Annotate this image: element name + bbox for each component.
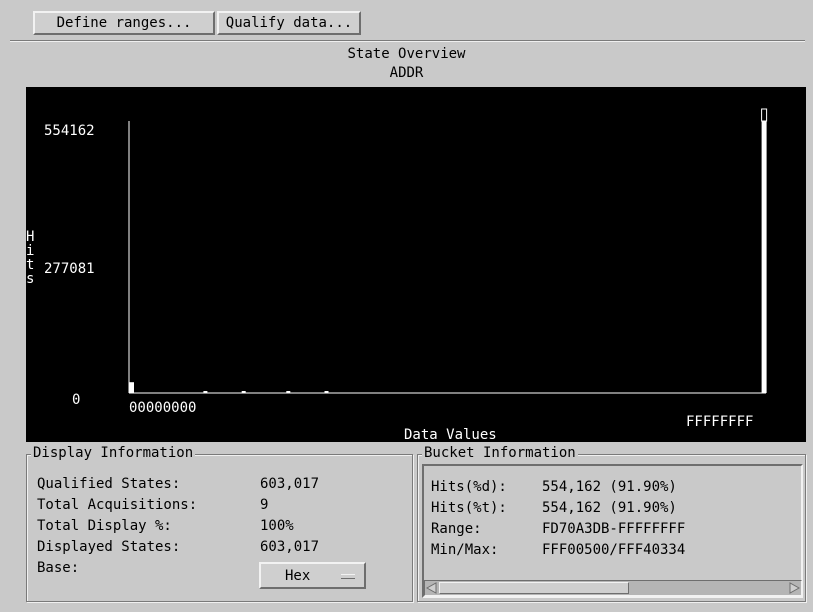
total-display-percent-label: Total Display %: — [37, 518, 172, 534]
label-name: ADDR — [389, 65, 424, 81]
range-value: FD70A3DB-FFFFFFFF — [542, 521, 686, 537]
range-label: Range: — [431, 521, 482, 537]
hits-t-value: 554,162 (91.90%) — [542, 500, 677, 516]
base-select-value: Hex — [285, 568, 311, 584]
scroll-left-icon[interactable] — [426, 582, 438, 594]
y-axis-label: Hits — [26, 229, 34, 287]
option-menu-indicator-icon — [341, 574, 355, 579]
scroll-right-icon[interactable] — [788, 582, 800, 594]
histogram-bar[interactable] — [761, 121, 767, 393]
histogram-svg: 554162 277081 0 Hits 00000000 FFFFFFFF D… — [26, 108, 768, 442]
min-max-label: Min/Max: — [431, 542, 499, 558]
hits-d-label: Hits(%d): — [431, 479, 507, 495]
bucket-information-title: Bucket Information — [422, 445, 578, 461]
total-acquisitions-label: Total Acquisitions: — [37, 497, 198, 513]
histogram-plot: 554162 277081 0 Hits 00000000 FFFFFFFF D… — [26, 87, 806, 442]
define-ranges-button[interactable]: Define ranges... — [33, 11, 215, 35]
histogram-bar[interactable] — [241, 391, 246, 393]
y-tick-max: 554162 — [44, 123, 95, 139]
histogram-bar[interactable] — [129, 382, 134, 393]
displayed-states-label: Displayed States: — [37, 539, 181, 555]
hits-t-label: Hits(%t): — [431, 500, 507, 516]
bars-group — [129, 108, 768, 393]
histogram-bar[interactable] — [324, 391, 329, 393]
base-label: Base: — [37, 560, 80, 576]
overview-title: State Overview — [347, 46, 466, 62]
bucket-horizontal-scrollbar[interactable] — [424, 580, 802, 596]
total-display-percent-value: 100% — [260, 518, 294, 534]
y-tick-mid: 277081 — [44, 261, 95, 277]
hits-d-value: 554,162 (91.90%) — [542, 479, 677, 495]
displayed-states-value: 603,017 — [260, 539, 320, 555]
qualify-data-button[interactable]: Qualify data... — [217, 11, 361, 35]
y-axis-label-char: s — [26, 271, 34, 287]
qualified-states-label: Qualified States: — [37, 476, 181, 492]
y-tick-zero: 0 — [72, 392, 80, 408]
base-select[interactable]: Hex — [259, 562, 366, 589]
x-end-label: FFFFFFFF — [686, 414, 753, 430]
toolbar-divider — [10, 40, 805, 42]
min-max-value: FFF00500/FFF40334 — [542, 542, 686, 558]
histogram-bar[interactable] — [286, 391, 291, 393]
scrollbar-thumb[interactable] — [439, 582, 629, 594]
selected-bucket-marker — [761, 108, 768, 122]
x-axis-label: Data Values — [404, 427, 497, 442]
histogram-bar[interactable] — [203, 391, 208, 393]
x-start-label: 00000000 — [129, 400, 196, 416]
total-acquisitions-value: 9 — [260, 497, 269, 513]
display-information-title: Display Information — [31, 445, 196, 461]
qualified-states-value: 603,017 — [260, 476, 320, 492]
